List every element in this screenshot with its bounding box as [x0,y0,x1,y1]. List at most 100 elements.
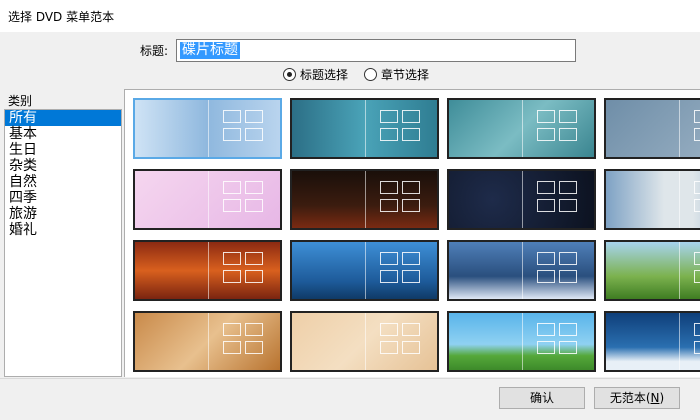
template-blue-gradient[interactable] [133,98,282,159]
thumbnail-placeholder [537,323,555,336]
thumbnail-placeholder [245,323,263,336]
category-item[interactable]: 所有 [5,110,121,126]
thumbnail-placeholder [245,128,263,141]
thumbnail-divider [364,171,366,228]
thumbnail-divider [521,313,523,370]
category-list[interactable]: 所有 基本 生日 杂类 自然 四季 旅游 婚礼 [4,109,122,377]
no-template-button[interactable]: 无范本(N) [594,387,680,409]
thumbnail-placeholder [694,252,700,265]
thumbnail-placeholder [402,252,420,265]
thumbnail-placeholder [223,199,241,212]
category-item[interactable]: 基本 [5,126,121,142]
window-title: 选择 DVD 菜单范本 [8,10,115,24]
thumbnail-divider [364,242,366,299]
no-template-suffix: ) [659,391,665,405]
thumbnail-placeholder [380,199,398,212]
thumbnail-placeholder [559,199,577,212]
thumbnail-placeholder [537,341,555,354]
thumbnail-placeholder [223,341,241,354]
thumbnail-placeholder [402,323,420,336]
template-spring-trees[interactable] [604,240,700,301]
thumbnail-placeholder [694,341,700,354]
thumbnail-divider [364,100,366,157]
ok-button[interactable]: 确认 [499,387,585,409]
thumbnail-placeholder [559,110,577,123]
template-autumn-pumpkin[interactable] [133,311,282,372]
title-input[interactable]: 碟片标题 [176,39,576,62]
thumbnail-placeholder [537,110,555,123]
category-item[interactable]: 生日 [5,142,121,158]
category-item[interactable]: 四季 [5,190,121,206]
template-teal-lines[interactable] [290,98,439,159]
thumbnail-placeholder [694,110,700,123]
thumbnail-placeholder [537,270,555,283]
thumbnail-placeholder [694,270,700,283]
radio-title-select[interactable]: 标题选择 [283,66,348,83]
thumbnail-divider [678,171,680,228]
template-grey-blue[interactable] [604,98,700,159]
thumbnail-divider [207,171,209,228]
thumbnail-placeholder [380,181,398,194]
category-item[interactable]: 旅游 [5,206,121,222]
template-snow-forest[interactable] [447,240,596,301]
thumbnail-placeholder [380,110,398,123]
thumbnail-placeholder [402,199,420,212]
radio-chapter-select-indicator[interactable] [364,68,377,81]
thumbnail-placeholder [559,323,577,336]
category-label: 类别 [8,94,33,108]
thumbnail-divider [678,242,680,299]
template-beige-paper[interactable] [290,311,439,372]
thumbnail-divider [207,313,209,370]
title-input-value: 碟片标题 [180,42,240,59]
thumbnail-placeholder [380,270,398,283]
thumbnail-placeholder [402,128,420,141]
thumbnail-placeholder [223,128,241,141]
thumbnail-divider [521,242,523,299]
thumbnail-placeholder [380,341,398,354]
category-item[interactable]: 自然 [5,174,121,190]
thumbnail-placeholder [559,181,577,194]
thumbnail-placeholder [537,199,555,212]
template-cartoon-tree[interactable] [447,311,596,372]
thumbnail-divider [207,242,209,299]
radio-title-select-indicator[interactable] [283,68,296,81]
category-item[interactable]: 婚礼 [5,222,121,238]
thumbnail-divider [521,100,523,157]
thumbnail-placeholder [559,341,577,354]
thumbnail-divider [678,100,680,157]
thumbnail-placeholder [245,110,263,123]
thumbnail-placeholder [694,199,700,212]
thumbnail-placeholder [245,199,263,212]
template-teal-circles[interactable] [447,98,596,159]
template-birthday-balloons[interactable] [133,169,282,230]
template-blue-forest[interactable] [290,240,439,301]
thumbnail-placeholder [223,110,241,123]
template-gallery[interactable] [124,89,700,377]
thumbnail-placeholder [380,252,398,265]
thumbnail-divider [364,313,366,370]
thumbnail-placeholder [694,323,700,336]
thumbnail-placeholder [380,128,398,141]
template-birthday-cake[interactable] [290,169,439,230]
thumbnail-placeholder [694,181,700,194]
thumbnail-placeholder [380,323,398,336]
thumbnail-placeholder [245,181,263,194]
thumbnail-placeholder [537,128,555,141]
thumbnail-placeholder [402,181,420,194]
thumbnail-placeholder [223,323,241,336]
thumbnail-placeholder [223,252,241,265]
radio-chapter-select-label: 章节选择 [381,68,430,82]
radio-chapter-select[interactable]: 章节选择 [364,66,429,83]
thumbnail-placeholder [245,252,263,265]
thumbnail-placeholder [559,252,577,265]
template-sunset-clouds[interactable] [133,240,282,301]
template-blue-waves[interactable] [604,311,700,372]
thumbnail-placeholder [537,252,555,265]
title-label: 标题: [140,44,169,58]
category-item[interactable]: 杂类 [5,158,121,174]
thumbnail-divider [678,313,680,370]
thumbnail-placeholder [402,270,420,283]
template-dark-rings[interactable] [447,169,596,230]
thumbnail-placeholder [223,270,241,283]
template-penguin[interactable] [604,169,700,230]
